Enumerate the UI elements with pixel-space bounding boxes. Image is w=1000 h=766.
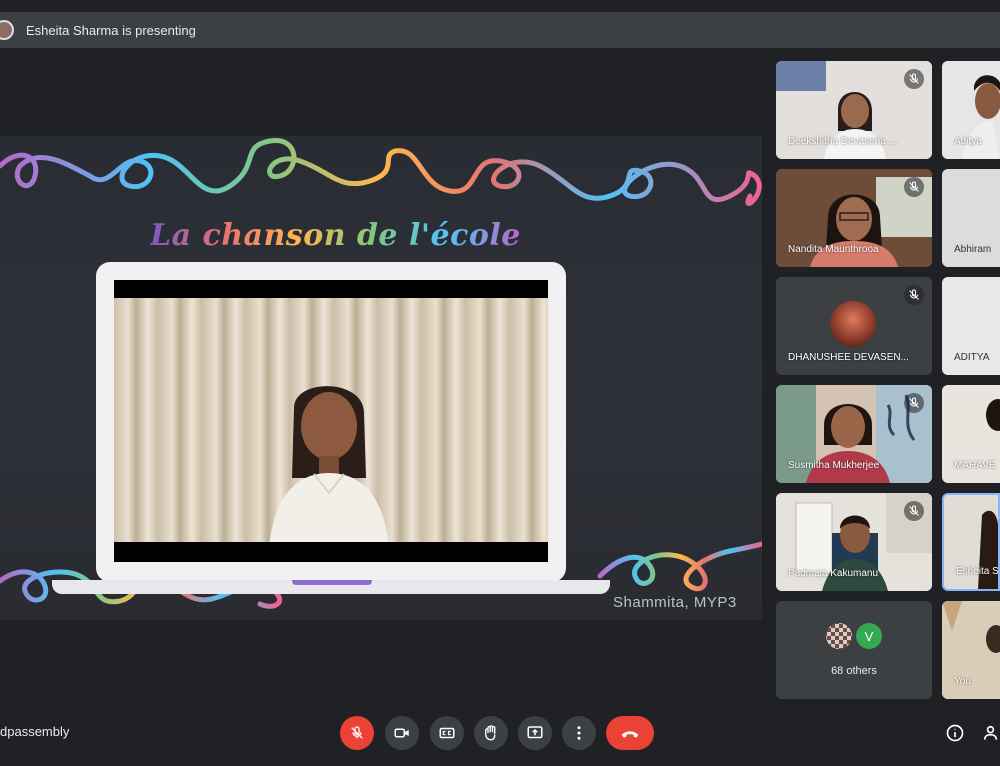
slide-caption: Shammita, MYP3 [613,594,737,611]
hang-up-icon [621,731,639,738]
participant-name: Susmitha Mukherjee [788,460,880,471]
participant-tile[interactable]: Susmitha Mukherjee [776,385,932,483]
more-options-icon [577,726,581,740]
control-bar: dpassembly [0,706,1000,766]
people-icon [983,725,998,740]
avatar: V [856,623,882,649]
meeting-info-button[interactable] [942,720,968,746]
participant-tile[interactable]: DHANUSHEE DEVASEN... [776,277,932,375]
slide-title: La chanson de l'école [150,218,521,253]
top-strip [0,0,1000,12]
participant-tile[interactable]: ADITYA [942,277,1000,375]
raise-hand-icon [485,725,496,741]
participant-video [942,601,1000,699]
presenting-banner: Esheita Sharma is presenting [0,12,1000,48]
laptop-notch [292,580,372,585]
info-icon [946,724,964,742]
mic-off-icon [904,501,924,521]
participant-name: DHANUSHEE DEVASEN... [788,352,909,363]
mic-toggle-button[interactable] [340,716,374,750]
others-count: 68 others [831,665,877,677]
mic-off-icon [351,726,363,739]
participant-grid: Deekshitha Devasena ... Aditya Nandita M… [776,61,1000,701]
laptop-frame [96,262,566,582]
camera-icon [394,728,409,738]
participant-name: MAHAVE [954,460,996,471]
participant-name: Nandita Maunthrooa [788,244,879,255]
participant-tile[interactable]: Nandita Maunthrooa [776,169,932,267]
participant-tile-active-speaker[interactable]: Esheita S [942,493,1000,591]
present-screen-button[interactable] [518,716,552,750]
presenter-video [114,298,548,542]
mic-off-icon [904,285,924,305]
mic-off-icon [904,393,924,413]
participant-tile[interactable]: MAHAVE [942,385,1000,483]
camera-toggle-button[interactable] [385,716,419,750]
avatar [830,301,876,347]
participant-tile[interactable]: Aditya [942,61,1000,159]
people-button[interactable] [980,720,1000,746]
meeting-code: dpassembly [0,724,70,739]
participant-name: Esheita S [956,566,999,577]
participant-tile[interactable]: Padmaja Kakumanu [776,493,932,591]
others-tile[interactable]: V 68 others [776,601,932,699]
participant-tile[interactable]: Abhiram [942,169,1000,267]
participant-name: Abhiram [954,244,992,255]
mic-off-icon [904,69,924,89]
captions-icon [439,727,455,739]
raise-hand-button[interactable] [474,716,508,750]
presentation-stage: La chanson de l'école Shammita, MYP3 [0,136,762,620]
laptop-base [52,580,610,594]
mic-off-icon [904,177,924,197]
participant-name: Padmaja Kakumanu [788,568,879,579]
participant-name: You [954,676,971,687]
participant-name: Deekshitha Devasena ... [788,136,897,147]
presenting-text: Esheita Sharma is presenting [26,22,196,38]
participant-tile[interactable]: Deekshitha Devasena ... [776,61,932,159]
more-options-button[interactable] [562,716,596,750]
hang-up-button[interactable] [606,716,654,750]
laptop-screen [114,280,548,562]
speaker-figure [269,386,389,542]
captions-button[interactable] [430,716,464,750]
participant-tile-self[interactable]: You [942,601,1000,699]
present-screen-icon [527,726,543,739]
participant-name: ADITYA [954,352,990,363]
avatar [826,623,852,649]
presenter-avatar [0,20,14,40]
participant-name: Aditya [954,136,982,147]
